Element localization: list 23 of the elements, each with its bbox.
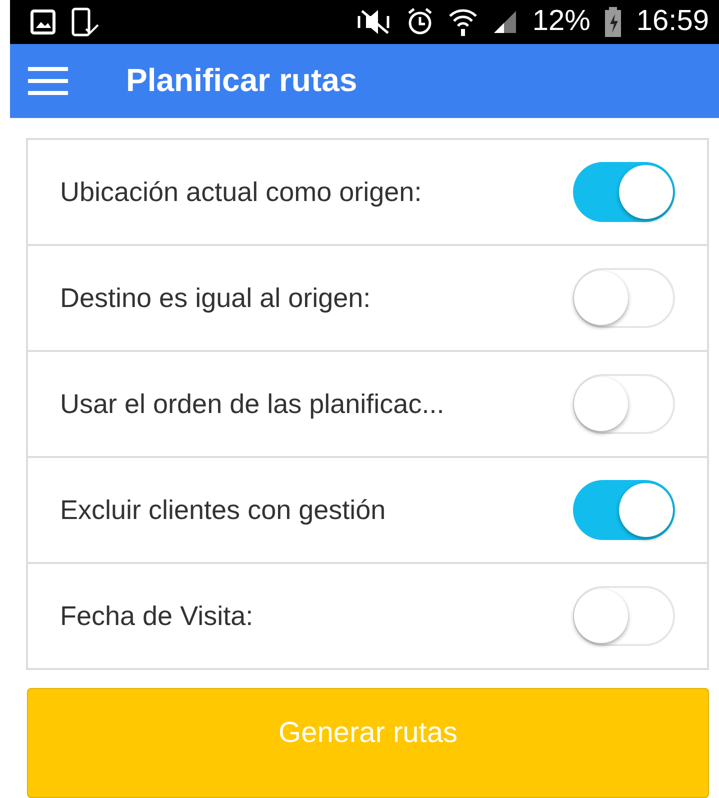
menu-icon bbox=[28, 66, 68, 96]
alarm-icon bbox=[406, 6, 434, 37]
toggle-switch[interactable] bbox=[573, 268, 675, 328]
toggle-switch[interactable] bbox=[573, 162, 675, 222]
mute-icon bbox=[356, 8, 392, 36]
image-icon bbox=[30, 8, 56, 35]
setting-label: Fecha de Visita: bbox=[60, 600, 254, 632]
menu-button[interactable] bbox=[28, 66, 68, 96]
toggle-switch[interactable] bbox=[573, 374, 675, 434]
setting-label: Usar el orden de las planificac... bbox=[60, 388, 444, 420]
clock-time: 16:59 bbox=[636, 5, 709, 38]
generate-routes-button[interactable]: Generar rutas bbox=[27, 688, 709, 798]
setting-label: Excluir clientes con gestión bbox=[60, 494, 386, 526]
setting-label: Ubicación actual como origen: bbox=[60, 176, 422, 208]
battery-percentage: 12% bbox=[532, 5, 590, 38]
screen-title: Planificar rutas bbox=[126, 62, 358, 100]
signal-icon bbox=[492, 8, 518, 35]
toggle-switch[interactable] bbox=[573, 480, 675, 540]
setting-label: Destino es igual al origen: bbox=[60, 282, 371, 314]
battery-icon bbox=[604, 6, 622, 37]
wifi-icon bbox=[448, 6, 478, 37]
tablet-check-icon bbox=[70, 6, 100, 37]
toggle-switch[interactable] bbox=[573, 586, 675, 646]
